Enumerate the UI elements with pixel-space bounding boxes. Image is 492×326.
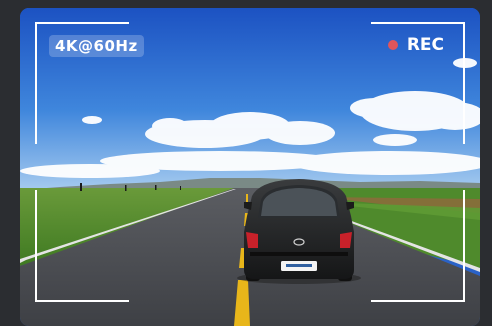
camera-viewfinder: 4K@60Hz REC <box>20 8 480 326</box>
frame-corner-bottom-right <box>371 190 465 302</box>
rec-label: REC <box>406 35 444 55</box>
recording-indicator: REC <box>387 35 444 55</box>
car <box>237 179 361 284</box>
record-dot-icon <box>387 40 398 50</box>
resolution-badge: 4K@60Hz <box>49 35 144 57</box>
app-background: 4K@60Hz REC <box>0 0 492 326</box>
frame-corner-bottom-left <box>35 190 129 302</box>
